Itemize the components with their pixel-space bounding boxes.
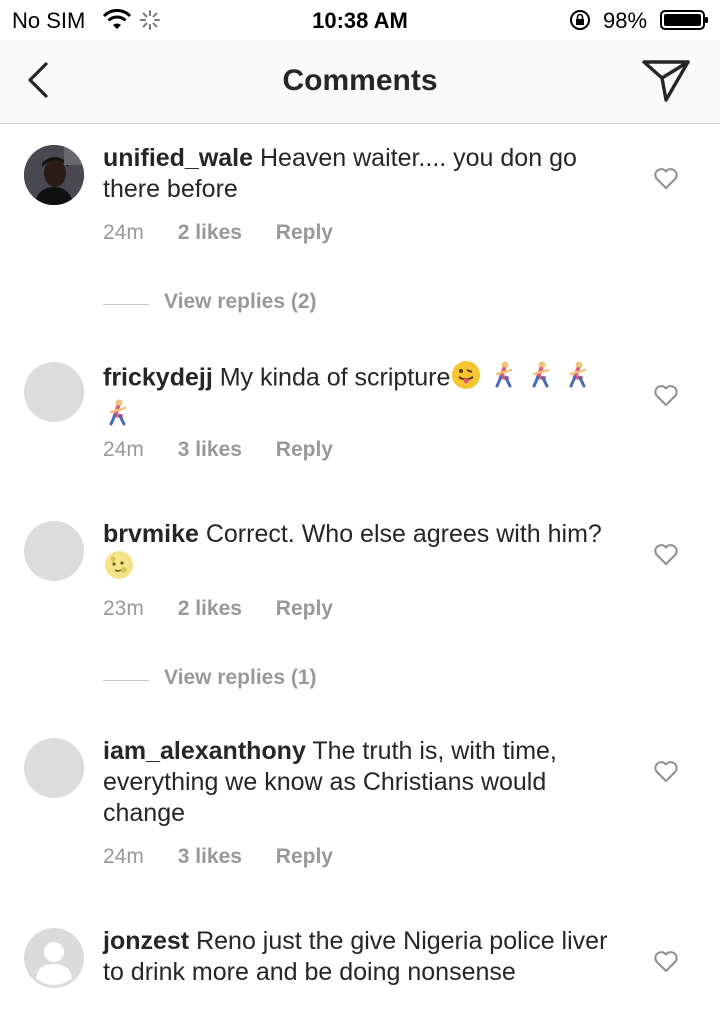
avatar[interactable] <box>24 928 84 988</box>
heart-icon <box>654 761 678 782</box>
share-button[interactable] <box>640 56 692 104</box>
battery-percent: 98% <box>603 8 648 33</box>
like-button[interactable] <box>653 384 679 408</box>
comment-body: Correct. Who else agrees with him? <box>205 520 602 548</box>
heart-icon <box>654 385 678 406</box>
reply-button[interactable]: Reply <box>276 845 333 868</box>
comment-meta: 24m 3 likes Reply <box>103 438 361 462</box>
replies-divider <box>103 680 149 681</box>
comment-meta: 23m 2 likes Reply <box>103 597 361 621</box>
runner-emoji-icon <box>526 360 556 398</box>
comment-body: My kinda of scripture <box>219 363 451 392</box>
reply-button[interactable]: Reply <box>276 221 333 244</box>
comment-text: frickydejj My kinda of scripture <box>103 360 623 436</box>
comment-username[interactable]: unified_wale <box>103 144 253 172</box>
orientation-lock-icon <box>568 9 592 37</box>
comment-text: iam_alexanthony The truth is, with time,… <box>103 736 623 829</box>
comment-likes[interactable]: 2 likes <box>178 597 242 620</box>
comment-text: jonzest Reno just the give Nigeria polic… <box>103 926 623 988</box>
header-bar: Comments <box>0 40 720 124</box>
comment-likes[interactable]: 3 likes <box>178 438 242 461</box>
comment-text: unified_wale Heaven waiter.... you don g… <box>103 143 623 205</box>
comment-username[interactable]: iam_alexanthony <box>103 737 306 765</box>
comment-username[interactable]: jonzest <box>103 927 189 955</box>
like-button[interactable] <box>653 167 679 191</box>
avatar[interactable] <box>24 145 84 205</box>
view-replies-label[interactable]: View replies (1) <box>164 666 317 690</box>
comment-time: 23m <box>103 597 144 620</box>
comment-text: brvmike Correct. Who else agrees with hi… <box>103 519 623 588</box>
heart-icon <box>654 168 678 189</box>
tongue-face-emoji-icon <box>450 360 482 398</box>
comment-meta: 24m 3 likes Reply <box>103 845 361 869</box>
comment-meta: 24m 2 likes Reply <box>103 221 361 245</box>
battery-icon <box>660 9 710 37</box>
comment-time: 24m <box>103 221 144 244</box>
view-replies-label[interactable]: View replies (2) <box>164 290 317 314</box>
default-person-icon <box>25 929 83 987</box>
replies-divider <box>103 304 149 305</box>
avatar[interactable] <box>24 362 84 422</box>
avatar[interactable] <box>24 738 84 798</box>
like-button[interactable] <box>653 543 679 567</box>
page-title: Comments <box>282 64 438 97</box>
heart-icon <box>654 951 678 972</box>
reply-button[interactable]: Reply <box>276 438 333 461</box>
comment-time: 24m <box>103 845 144 868</box>
comment-username[interactable]: brvmike <box>103 520 199 548</box>
paper-plane-icon <box>642 60 690 102</box>
runner-emoji-icon <box>489 360 519 398</box>
avatar[interactable] <box>24 521 84 581</box>
runner-emoji-icon <box>103 398 133 436</box>
like-button[interactable] <box>653 950 679 974</box>
heart-icon <box>654 544 678 565</box>
reply-button[interactable]: Reply <box>276 597 333 620</box>
comment-likes[interactable]: 2 likes <box>178 221 242 244</box>
comment-time: 24m <box>103 438 144 461</box>
comment-likes[interactable]: 3 likes <box>178 845 242 868</box>
comment-username[interactable]: frickydejj <box>103 364 213 392</box>
status-bar: No SIM 10:38 AM 98% <box>0 0 720 40</box>
runner-emoji-icon <box>563 360 593 398</box>
full-moon-face-emoji-icon <box>103 550 135 588</box>
like-button[interactable] <box>653 760 679 784</box>
